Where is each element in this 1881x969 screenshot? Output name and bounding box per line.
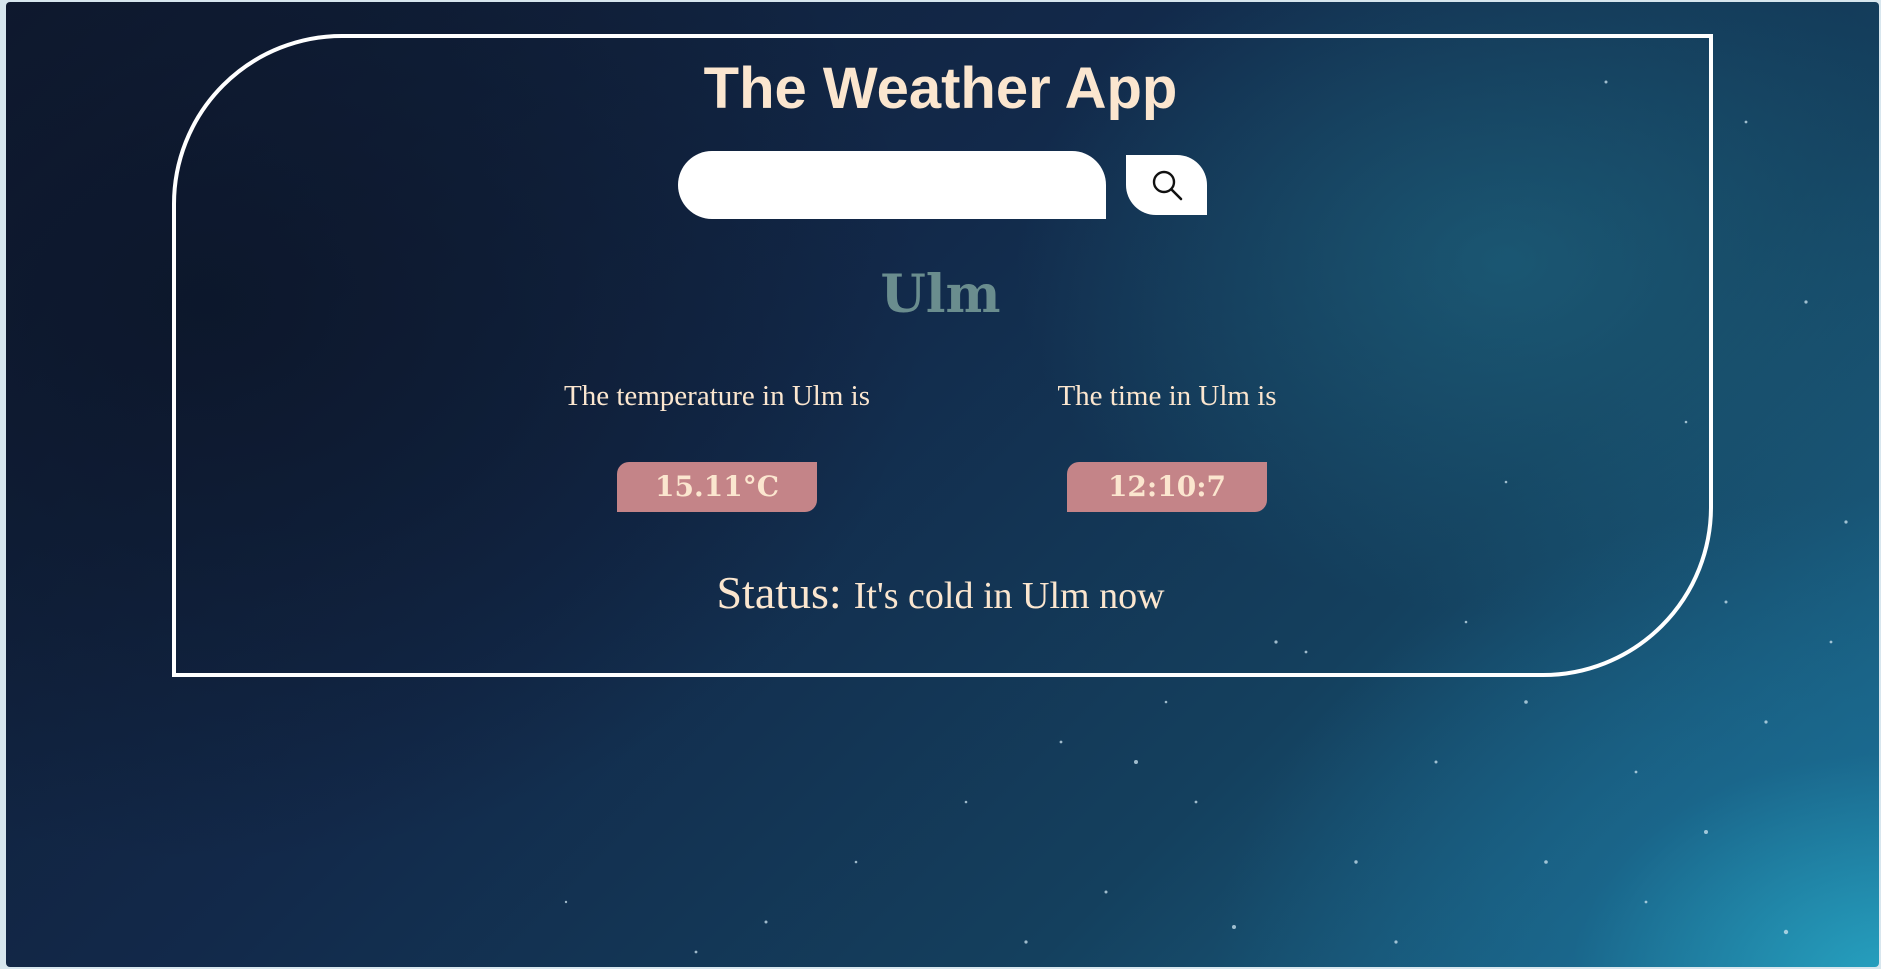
search-button[interactable] [1126,155,1207,215]
app-background [6,2,1879,967]
temperature-value: 15.11°C [617,462,817,512]
search-icon [1152,170,1182,201]
city-name: Ulm [880,264,1001,325]
search-input[interactable] [678,151,1106,219]
status-value: It's cold in Ulm now [853,575,1165,617]
temperature-label: The temperature in Ulm is [563,380,870,412]
time-label: The time in Ulm is [1057,380,1277,412]
status-line: Status: It's cold in Ulm now [0,566,1881,619]
status-label: Status: [716,567,842,618]
time-value: 12:10:7 [1067,462,1267,512]
app-title: The Weather App [703,56,1178,121]
